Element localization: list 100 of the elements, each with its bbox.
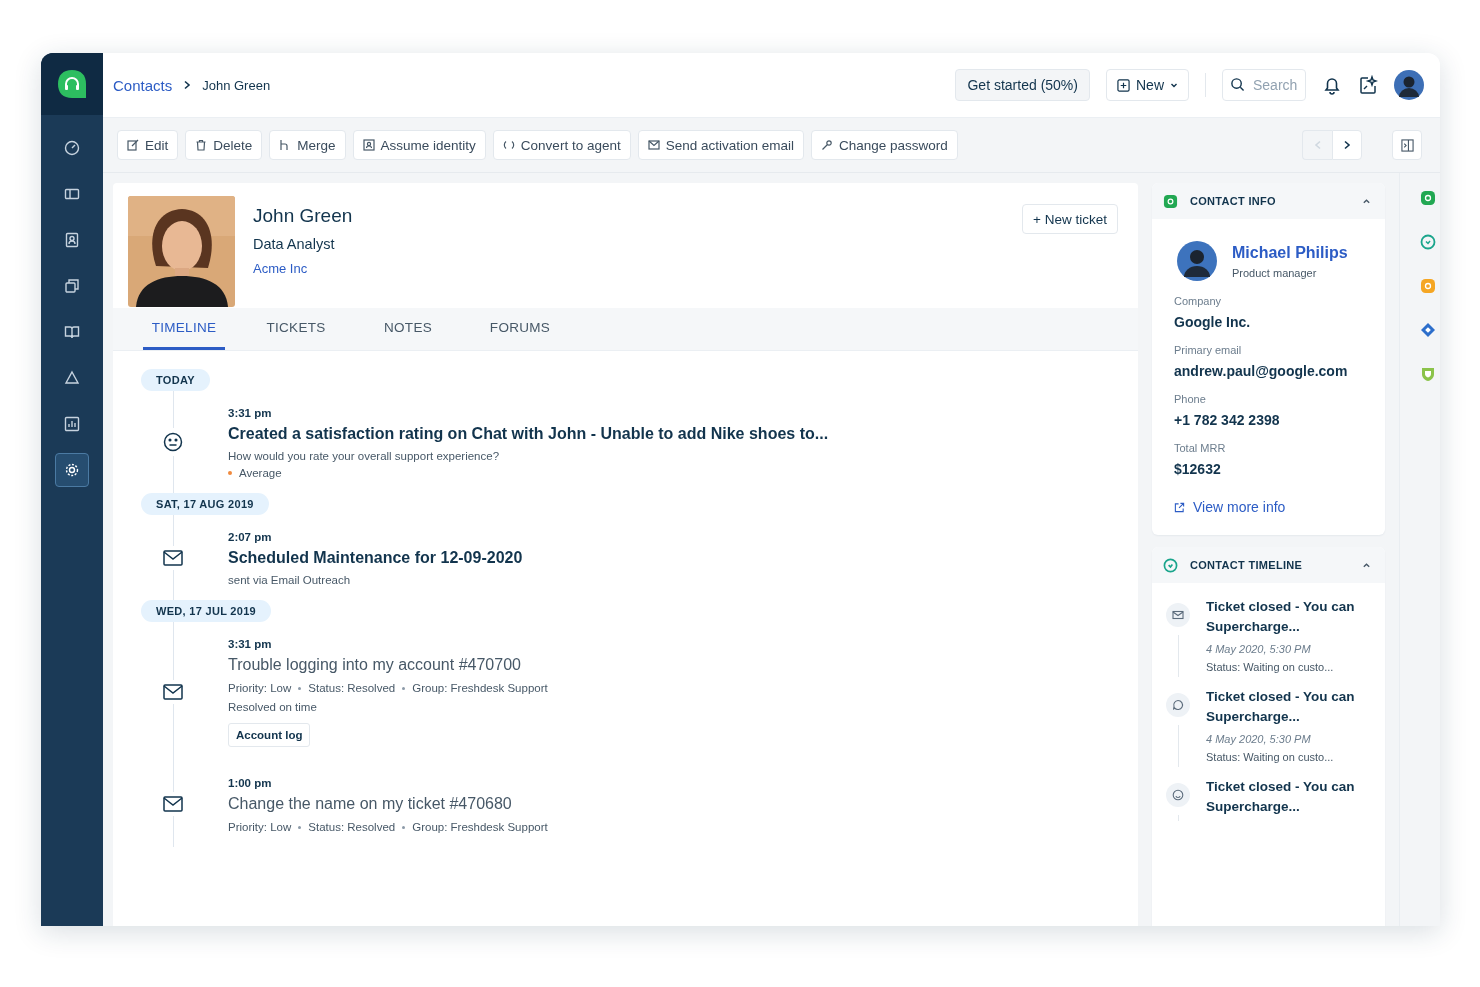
nav-button[interactable] [55, 453, 89, 487]
event-title[interactable]: Change the name on my ticket #470680 [228, 795, 548, 813]
breadcrumb-link[interactable]: Contacts [113, 76, 173, 94]
person-square-icon [362, 139, 375, 151]
sparkle-edit-icon[interactable] [1358, 75, 1378, 95]
event-time: 3:31 pm [228, 407, 273, 419]
gear-icon [64, 462, 80, 478]
tab[interactable]: TIMELINE [143, 308, 225, 350]
key-icon [821, 139, 833, 151]
contact-card-icon [64, 232, 80, 248]
caret-icon [1170, 81, 1178, 89]
field-label: Primary email [1174, 344, 1243, 356]
activity-date: 4 May 2020, 5:30 PM [1206, 733, 1312, 745]
field-value: $12632 [1174, 461, 1222, 477]
activity-date: 4 May 2020, 5:30 PM [1206, 643, 1312, 655]
rating-value: Average [239, 467, 282, 479]
edit-icon [127, 139, 139, 151]
person-avatar [1177, 241, 1217, 281]
event-meta: Status: Resolved [308, 682, 396, 694]
toolbar-button[interactable]: Convert to agent [492, 130, 631, 160]
event-description: sent via Email Outreach [228, 574, 352, 586]
event-meta: Priority: Low [228, 821, 292, 833]
event-meta: Priority: Low [228, 682, 292, 694]
contact-title: Data Analyst [253, 236, 336, 252]
chart-icon [64, 416, 80, 432]
tab[interactable]: TICKETS [255, 308, 337, 350]
event-meta: Group: Freshdesk Support [412, 821, 548, 833]
event-time: 1:00 pm [228, 777, 273, 789]
activity-title[interactable]: Ticket closed - You can Supercharge... [1206, 687, 1366, 727]
person-role: Product manager [1232, 266, 1318, 279]
tag[interactable]: Account log [228, 723, 311, 747]
field-label: Company [1174, 295, 1223, 307]
toolbar-button[interactable]: Edit [117, 130, 179, 160]
event-time: 3:31 pm [228, 638, 273, 650]
mail-icon [163, 549, 183, 566]
field-value: andrew.paul@google.com [1174, 363, 1349, 379]
panel-title: CONTACT INFO [1190, 195, 1277, 207]
ticket-icon [64, 186, 80, 202]
event-title[interactable]: Trouble logging into my account #470700 [228, 656, 548, 674]
contact-name: John Green [253, 205, 354, 227]
breadcrumb-current: John Green [202, 77, 271, 93]
mail-icon [163, 683, 183, 700]
rounded-square-icon [1163, 193, 1178, 209]
field-value: Google Inc. [1174, 314, 1252, 330]
activity-title[interactable]: Ticket closed - You can Supercharge... [1206, 597, 1366, 637]
chevron-icon[interactable] [1362, 560, 1371, 570]
activity-status: Status: Waiting on custo... [1206, 661, 1335, 673]
new-button[interactable]: New [1106, 69, 1189, 101]
get-started-button[interactable]: Get started (50%) [955, 69, 1090, 101]
book-icon [64, 324, 80, 340]
toolbar-button[interactable]: Send activation email [637, 130, 804, 160]
search-icon [1230, 77, 1245, 92]
event-meta: Group: Freshdesk Support [412, 682, 548, 694]
search-field[interactable]: Search [1222, 69, 1306, 101]
toolbar-button[interactable]: Delete [185, 130, 263, 160]
chevron-right-icon [1342, 140, 1352, 150]
gauge-icon [64, 140, 80, 156]
chevron-left-icon [1312, 140, 1323, 150]
tab[interactable]: NOTES [367, 308, 449, 350]
date-badge: WED, 17 JUL 2019 [141, 600, 271, 622]
field-label: Total MRR [1174, 442, 1227, 454]
external-link-icon [1174, 501, 1185, 513]
date-badge: SAT, 17 AUG 2019 [141, 493, 269, 515]
event-description: Resolved on time [228, 701, 318, 713]
rating-dot [228, 471, 232, 475]
activity-icon [1166, 603, 1190, 627]
view-more-link[interactable]: View more info [1174, 499, 1367, 515]
diamond-icon[interactable] [1419, 322, 1436, 338]
new-ticket-button[interactable]: + New ticket [1022, 204, 1118, 234]
rounded-square-icon[interactable] [1419, 190, 1436, 206]
event-title[interactable]: Created a satisfaction rating on Chat with John - Unable to add Nike shoes to... [228, 425, 829, 443]
headset-logo-icon [57, 69, 87, 99]
field-value: +1 782 342 2398 [1174, 412, 1281, 428]
sidebar-panel-icon [1400, 138, 1414, 152]
user-avatar[interactable] [1394, 70, 1424, 100]
chevron-right-icon [182, 80, 193, 90]
neutral-face-icon [163, 432, 183, 452]
chevron-icon[interactable] [1362, 196, 1371, 206]
tab[interactable]: FORUMS [479, 308, 561, 350]
plus-square-icon [1117, 78, 1130, 92]
bell-icon[interactable] [1322, 75, 1342, 95]
event-time: 2:07 pm [228, 531, 273, 543]
toolbar-button[interactable]: Change password [811, 130, 958, 160]
trash-icon [195, 139, 208, 151]
person-name-link[interactable]: Michael Philips [1232, 243, 1348, 262]
activity-icon [1166, 693, 1190, 717]
company-link[interactable]: Acme Inc [253, 261, 1023, 276]
triangle-icon [64, 370, 80, 386]
activity-status: Status: Waiting on custo... [1206, 751, 1335, 763]
event-title[interactable]: Scheduled Maintenance for 12-09-2020 [228, 549, 523, 567]
event-meta: Status: Resolved [308, 821, 396, 833]
mail-icon [647, 139, 660, 151]
activity-title[interactable]: Ticket closed - You can Supercharge... [1206, 777, 1366, 817]
date-badge: TODAY [141, 369, 210, 391]
event-description: How would you rate your overall support experience? [228, 450, 501, 462]
toolbar-button[interactable]: Merge [269, 130, 346, 160]
toolbar-button[interactable]: Assume identity [352, 130, 486, 160]
panel-toggle-button[interactable] [1392, 130, 1422, 160]
field-label: Phone [1174, 393, 1207, 405]
panel-title: CONTACT TIMELINE [1190, 559, 1304, 571]
